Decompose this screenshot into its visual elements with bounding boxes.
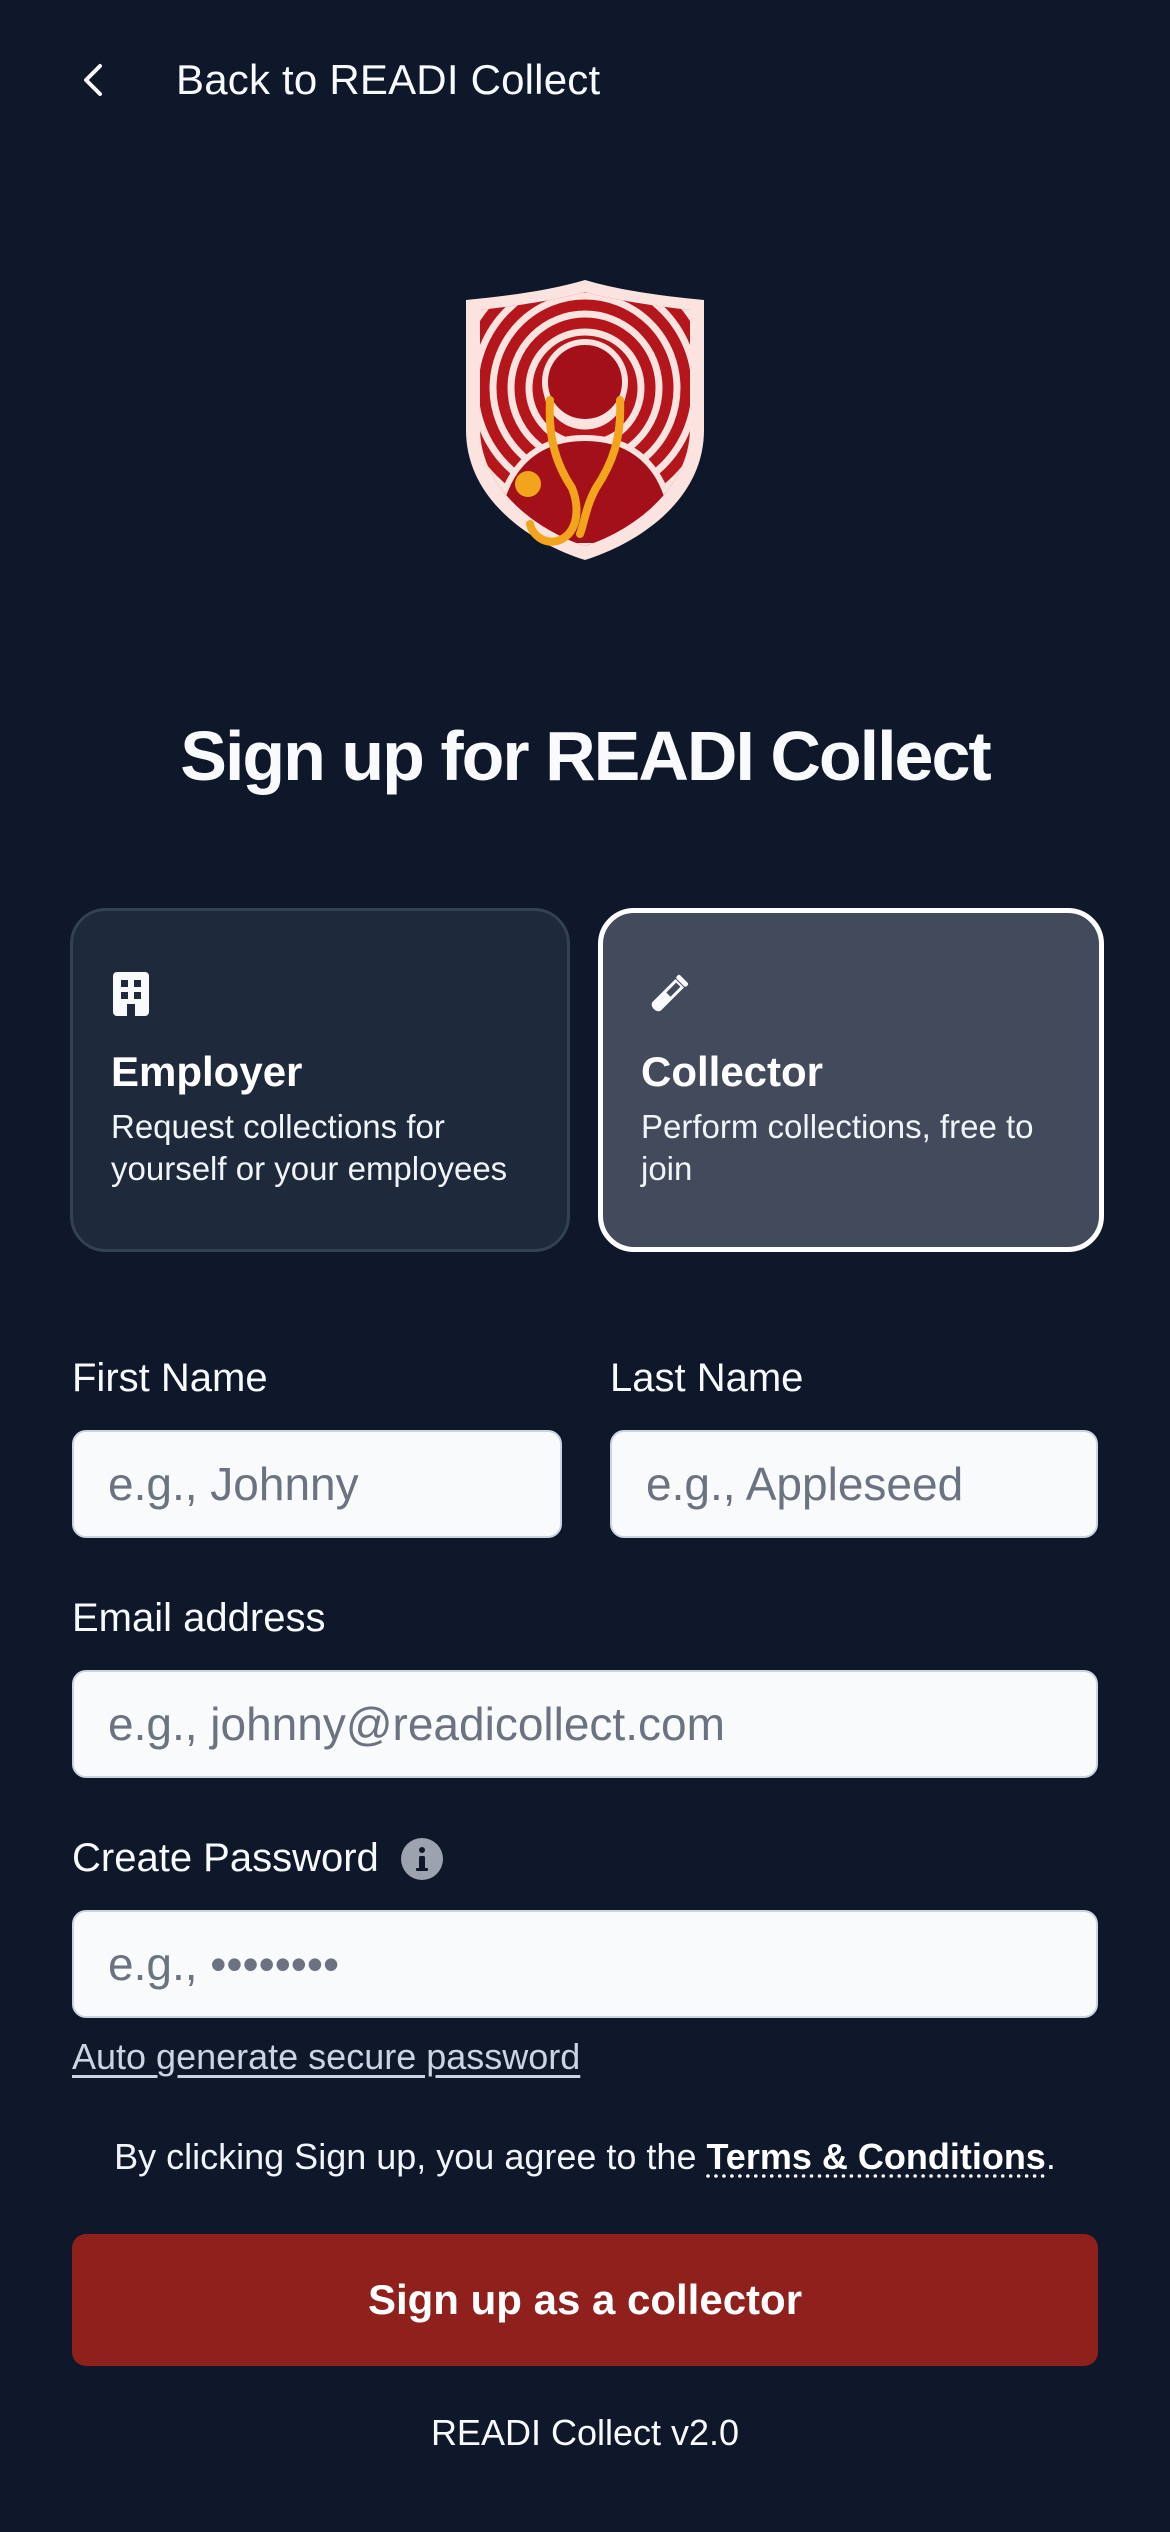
password-label: Create Password <box>72 1836 379 1880</box>
auto-generate-password-link[interactable]: Auto generate secure password <box>72 2036 580 2078</box>
password-label-row: Create Password <box>72 1836 443 1881</box>
role-description: Perform collections, free to join <box>641 1108 1034 1187</box>
last-name-label: Last Name <box>610 1356 804 1400</box>
terms-notice: By clicking Sign up, you agree to the Te… <box>0 2136 1170 2178</box>
building-icon <box>111 970 159 1022</box>
terms-prefix: By clicking Sign up, you agree to the <box>114 2136 707 2177</box>
role-card-employer[interactable]: Employer Request collections for yoursel… <box>70 908 570 1252</box>
chevron-left-icon <box>64 50 124 110</box>
role-title: Collector <box>641 1048 824 1095</box>
first-name-label: First Name <box>72 1356 268 1400</box>
info-icon[interactable] <box>400 1837 443 1880</box>
sign-up-button[interactable]: Sign up as a collector <box>72 2234 1098 2366</box>
version-label: READI Collect v2.0 <box>430 2412 740 2453</box>
back-link-label: Back to READI Collect <box>176 56 601 103</box>
first-name-input[interactable] <box>72 1430 562 1538</box>
role-description: Request collections for yourself or your… <box>111 1108 508 1187</box>
email-label: Email address <box>72 1596 326 1640</box>
terms-suffix: . <box>1045 2136 1056 2177</box>
back-link[interactable]: Back to READI Collect <box>64 40 600 120</box>
role-title: Employer <box>111 1048 303 1095</box>
terms-link[interactable]: Terms & Conditions <box>706 2136 1045 2177</box>
app-logo <box>456 278 714 560</box>
last-name-input[interactable] <box>610 1430 1098 1538</box>
page-title: Sign up for READI Collect <box>180 717 991 795</box>
role-card-collector[interactable]: Collector Perform collections, free to j… <box>598 908 1104 1252</box>
password-input[interactable] <box>72 1910 1098 2018</box>
test-tube-icon <box>641 970 689 1022</box>
email-input[interactable] <box>72 1670 1098 1778</box>
